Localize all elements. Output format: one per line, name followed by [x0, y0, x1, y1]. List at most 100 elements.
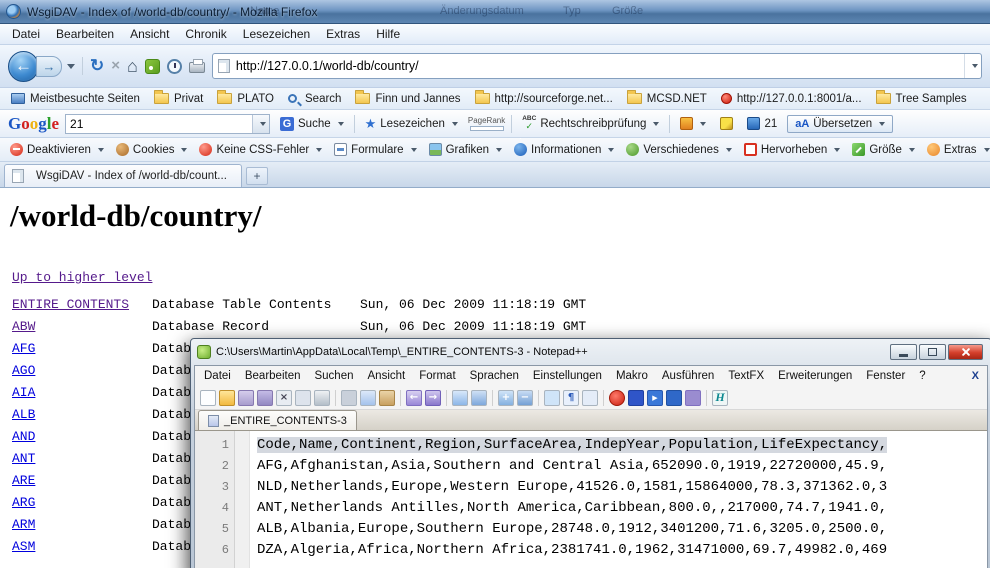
- stop-macro-icon[interactable]: [628, 390, 644, 406]
- dir-entry-link[interactable]: ENTIRE CONTENTS: [12, 297, 129, 312]
- dropdown-caret-icon[interactable]: [452, 122, 458, 126]
- menu-item[interactable]: Extras: [318, 25, 368, 43]
- webdev-item[interactable]: Hervorheben: [738, 143, 846, 156]
- new-file-icon[interactable]: [200, 390, 216, 406]
- indent-guide-icon[interactable]: [582, 390, 598, 406]
- open-file-icon[interactable]: [219, 390, 235, 406]
- google-search-button[interactable]: G Suche: [276, 115, 348, 133]
- menu-item[interactable]: Ansicht: [122, 25, 177, 43]
- webdev-item[interactable]: Grafiken: [423, 143, 508, 156]
- spellcheck-button[interactable]: ABC✓ Rechtschreibprüfung: [518, 114, 663, 134]
- npp-menu-item[interactable]: Ansicht: [361, 368, 413, 384]
- bookmark-item[interactable]: http://sourceforge.net...: [469, 91, 619, 107]
- dir-entry-link[interactable]: AFG: [12, 341, 35, 356]
- webdev-item[interactable]: Informationen: [508, 143, 620, 156]
- translate-button[interactable]: aA Übersetzen: [787, 115, 893, 133]
- zoom-in-icon[interactable]: +: [498, 390, 514, 406]
- play-macro-icon[interactable]: ▶: [647, 390, 663, 406]
- menu-item[interactable]: Bearbeiten: [48, 25, 122, 43]
- webdev-item[interactable]: Cookies: [110, 143, 194, 156]
- google-search-input[interactable]: [66, 115, 252, 133]
- dir-entry-link[interactable]: AND: [12, 429, 35, 444]
- dir-entry-link[interactable]: ARE: [12, 473, 35, 488]
- cut-icon[interactable]: [341, 390, 357, 406]
- find-icon[interactable]: [452, 390, 468, 406]
- word-wrap-icon[interactable]: [544, 390, 560, 406]
- up-to-higher-level-link[interactable]: Up to higher level: [12, 270, 152, 285]
- npp-menu-item[interactable]: Einstellungen: [526, 368, 609, 384]
- menu-item[interactable]: Hilfe: [368, 25, 408, 43]
- print-icon[interactable]: [189, 62, 205, 73]
- npp-textarea[interactable]: Code,Name,Continent,Region,SurfaceArea,I…: [250, 431, 987, 568]
- npp-menu-item[interactable]: Ausführen: [655, 368, 721, 384]
- run-macro-multiple-icon[interactable]: [666, 390, 682, 406]
- paste-icon[interactable]: [379, 390, 395, 406]
- dropdown-caret-icon[interactable]: [653, 122, 659, 126]
- new-tab-button[interactable]: +: [246, 167, 268, 185]
- npp-document-tab[interactable]: _ENTIRE_CONTENTS-3: [198, 410, 357, 430]
- maximize-button[interactable]: [919, 344, 946, 360]
- save-all-icon[interactable]: [257, 390, 273, 406]
- dir-entry-link[interactable]: AGO: [12, 363, 35, 378]
- npp-menu-item[interactable]: Makro: [609, 368, 655, 384]
- webdev-item[interactable]: Keine CSS-Fehler: [193, 143, 328, 156]
- highlight-button[interactable]: 21: [743, 115, 781, 132]
- webdev-item[interactable]: Deaktivieren: [4, 143, 110, 156]
- dropdown-caret-icon[interactable]: [700, 122, 706, 126]
- search-dropdown-button[interactable]: [252, 115, 269, 133]
- close-all-icon[interactable]: [295, 390, 311, 406]
- npp-menu-item[interactable]: Sprachen: [463, 368, 526, 384]
- dir-entry-link[interactable]: ABW: [12, 319, 35, 334]
- dropdown-caret-icon[interactable]: [879, 122, 885, 126]
- zoom-out-icon[interactable]: −: [517, 390, 533, 406]
- webdev-item[interactable]: Verschiedenes: [620, 143, 737, 156]
- menu-item[interactable]: Chronik: [177, 25, 234, 43]
- dropdown-caret-icon[interactable]: [338, 122, 344, 126]
- copy-icon[interactable]: [360, 390, 376, 406]
- show-all-chars-icon[interactable]: ¶: [563, 390, 579, 406]
- print-icon[interactable]: [314, 390, 330, 406]
- minimize-button[interactable]: [890, 344, 917, 360]
- dir-entry-link[interactable]: ALB: [12, 407, 35, 422]
- webdev-item[interactable]: Größe: [846, 143, 921, 156]
- google-search-box[interactable]: [65, 114, 270, 134]
- webdev-item[interactable]: Formulare: [328, 143, 422, 156]
- google-bookmarks-button[interactable]: ★ Lesezeichen: [361, 115, 462, 132]
- dir-entry-link[interactable]: AIA: [12, 385, 35, 400]
- npp-menu-close-button[interactable]: X: [972, 370, 979, 382]
- url-input[interactable]: http://127.0.0.1/world-db/country/: [212, 53, 982, 79]
- close-file-icon[interactable]: ×: [276, 390, 292, 406]
- npp-editor[interactable]: 123456 Code,Name,Continent,Region,Surfac…: [195, 431, 987, 568]
- close-button[interactable]: [948, 344, 983, 360]
- replace-icon[interactable]: [471, 390, 487, 406]
- dir-entry-link[interactable]: ASM: [12, 539, 35, 554]
- history-dropdown-caret-icon[interactable]: [67, 64, 75, 69]
- history-icon[interactable]: [167, 59, 182, 74]
- menu-item[interactable]: Datei: [4, 25, 48, 43]
- pagerank-indicator[interactable]: PageRank: [468, 116, 505, 131]
- menu-item[interactable]: Lesezeichen: [235, 25, 318, 43]
- bookmark-item[interactable]: Tree Samples: [870, 91, 973, 107]
- save-file-icon[interactable]: [238, 390, 254, 406]
- forward-button[interactable]: →: [36, 56, 62, 77]
- undo-icon[interactable]: ←: [406, 390, 422, 406]
- back-button[interactable]: ←: [8, 51, 39, 82]
- bookmark-item[interactable]: Meistbesuchte Seiten: [5, 91, 146, 107]
- bookmark-item[interactable]: MCSD.NET: [621, 91, 713, 107]
- npp-menu-item[interactable]: Datei: [197, 368, 238, 384]
- feed-icon[interactable]: [145, 59, 160, 74]
- refresh-button[interactable]: ↻: [90, 56, 104, 76]
- dir-entry-link[interactable]: ARG: [12, 495, 35, 510]
- npp-menu-item[interactable]: Fenster: [859, 368, 912, 384]
- google-extras-button[interactable]: [676, 115, 710, 132]
- html-preview-icon[interactable]: H: [712, 390, 728, 406]
- npp-menu-item[interactable]: Suchen: [307, 368, 360, 384]
- bookmark-item[interactable]: http://127.0.0.1:8001/a...: [715, 91, 868, 107]
- dir-entry-link[interactable]: ARM: [12, 517, 35, 532]
- url-dropdown-button[interactable]: [964, 54, 981, 78]
- redo-icon[interactable]: →: [425, 390, 441, 406]
- npp-menu-item[interactable]: Bearbeiten: [238, 368, 308, 384]
- npp-menu-item[interactable]: Erweiterungen: [771, 368, 859, 384]
- autofill-button[interactable]: [716, 115, 737, 132]
- save-macro-icon[interactable]: [685, 390, 701, 406]
